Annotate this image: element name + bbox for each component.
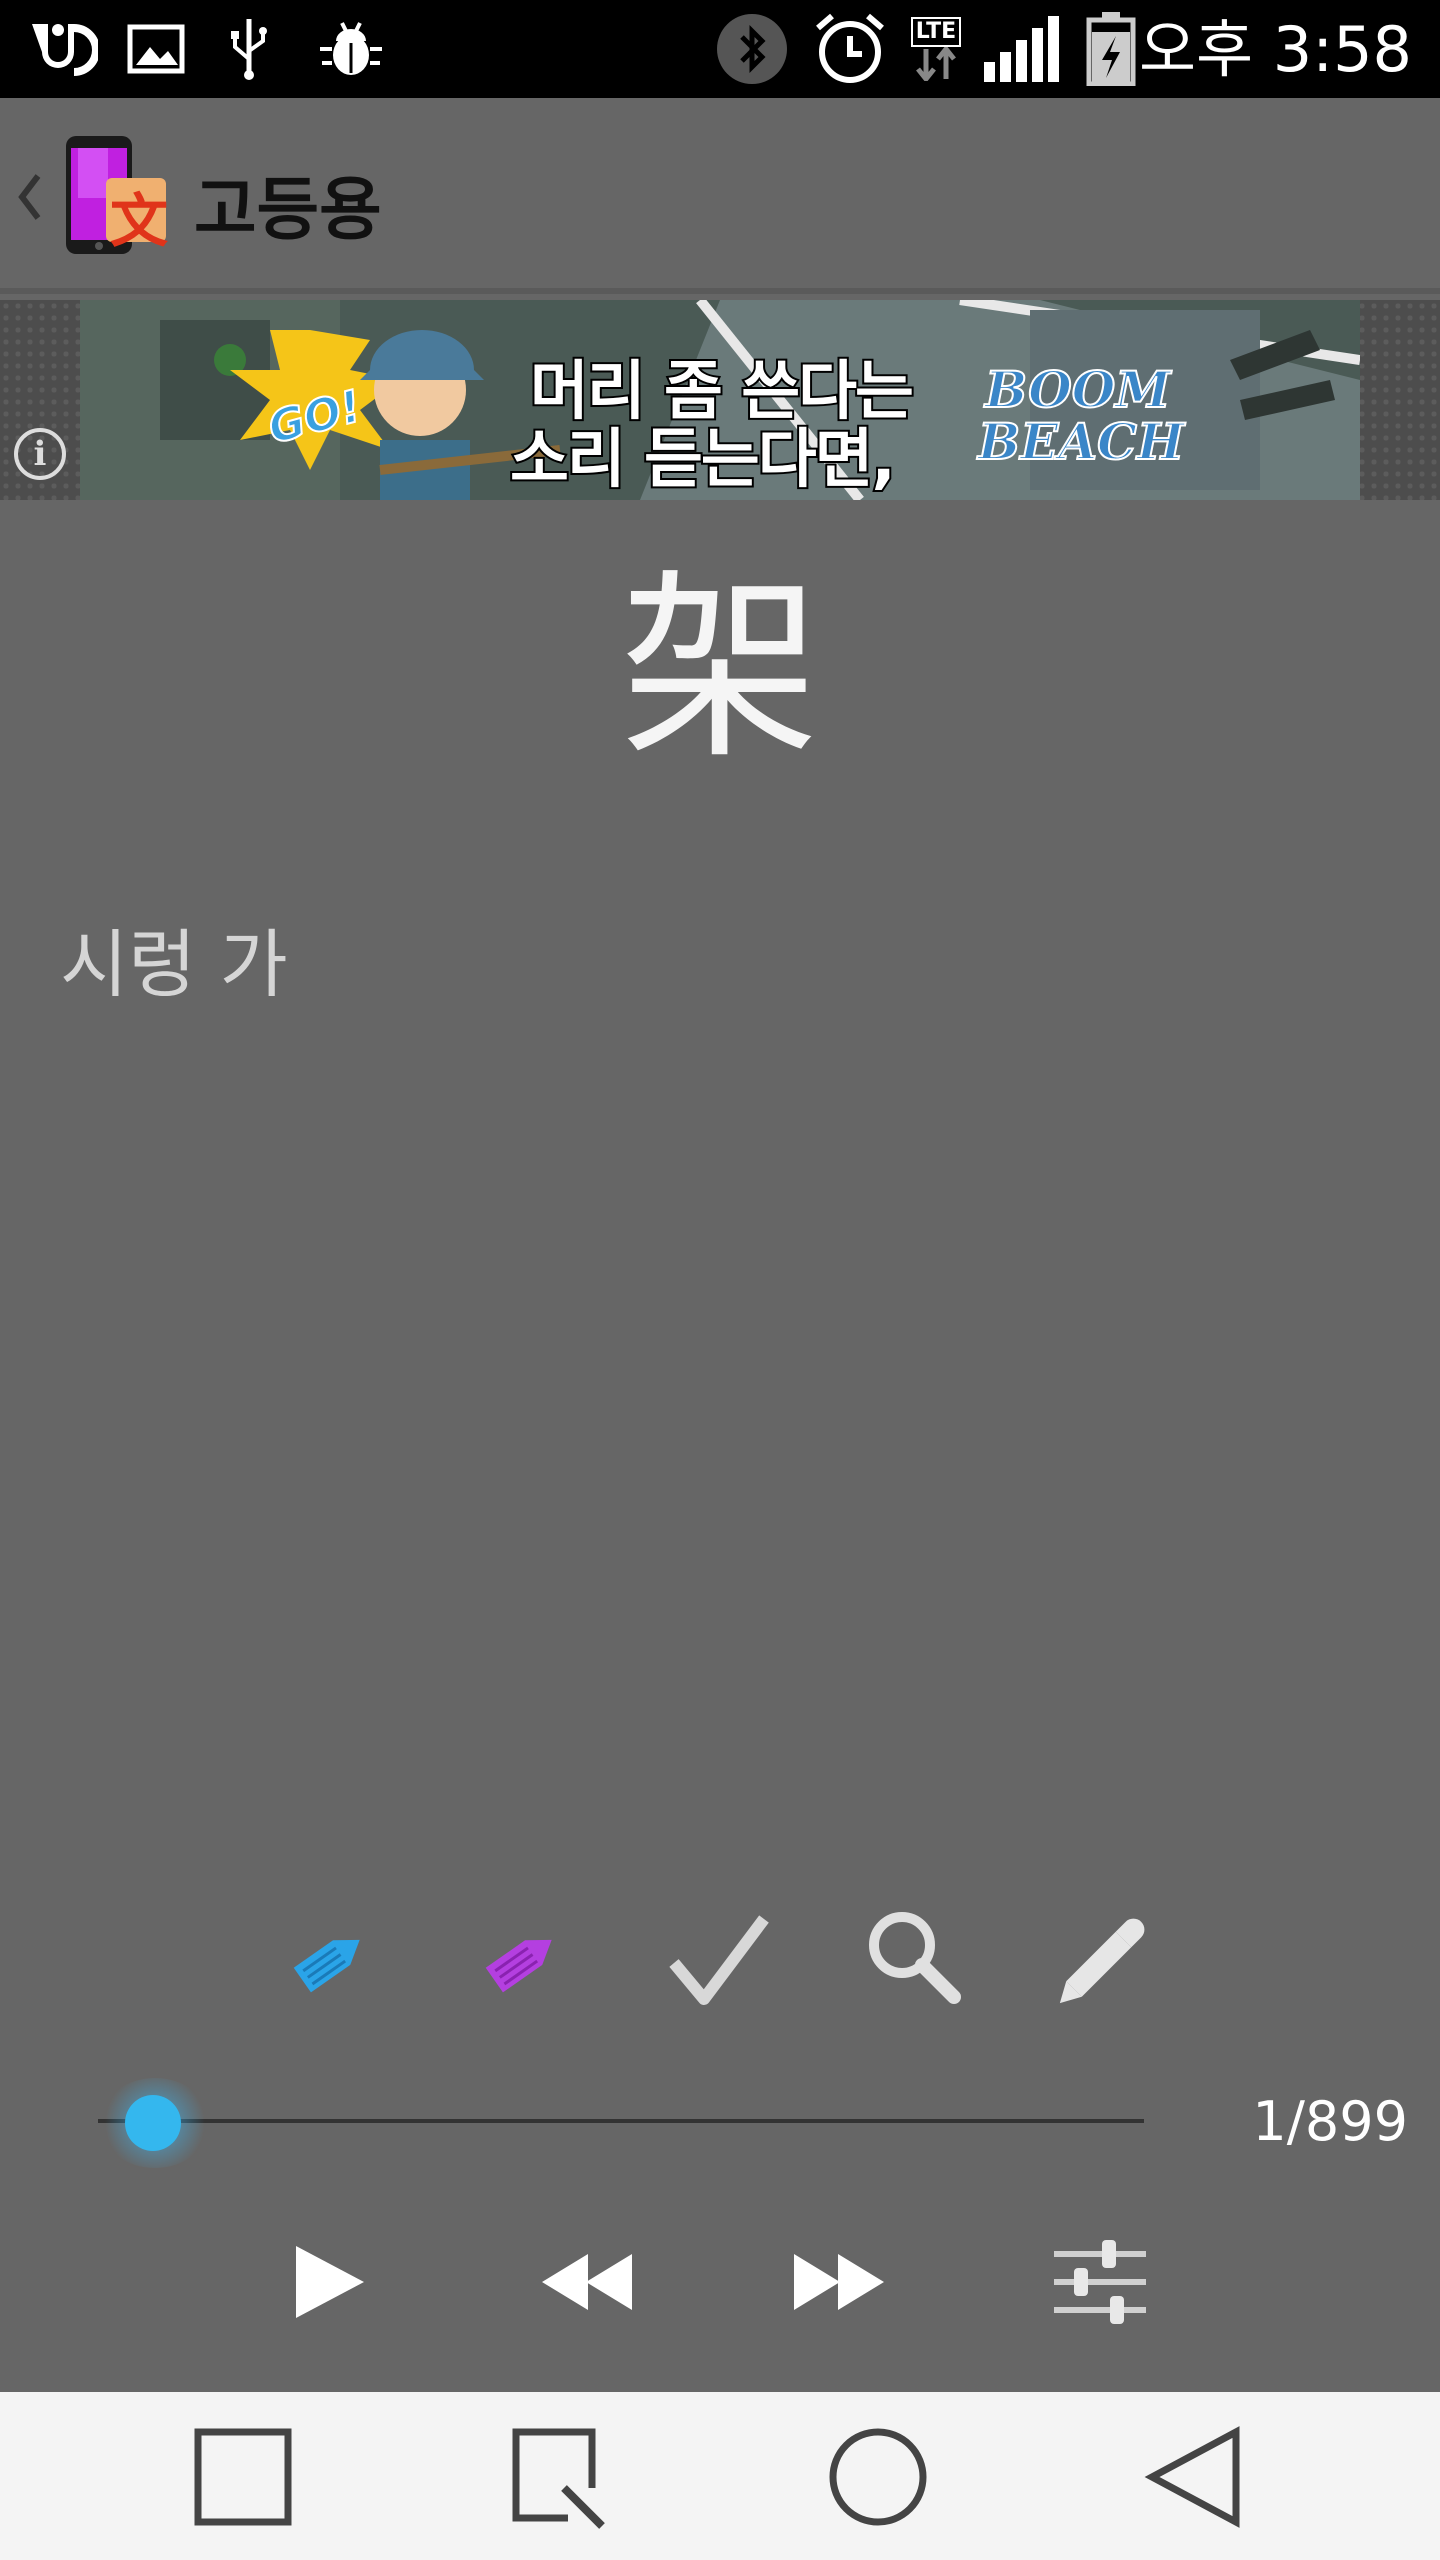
pencil-icon[interactable] <box>1048 1905 1158 2015</box>
ad-banner[interactable]: i GO! 머리 좀 쓴다는 소리 듣는다면, BOOM BEACH <box>0 300 1440 500</box>
back-icon <box>1144 2426 1240 2528</box>
back-button[interactable] <box>1136 2422 1256 2532</box>
battery-charging-icon <box>1082 12 1140 86</box>
settings-button[interactable] <box>1040 2232 1160 2332</box>
navigation-bar <box>0 2392 1440 2560</box>
recent-apps-icon <box>194 2428 292 2526</box>
gallery-icon <box>124 14 188 84</box>
hanja-character: 架 <box>619 553 820 786</box>
ad-info-icon[interactable]: i <box>14 428 66 480</box>
ad-brand-line-2: BEACH <box>977 411 1185 472</box>
home-icon <box>829 2428 927 2526</box>
ad-headline-2: 소리 듣는다면, <box>508 421 898 499</box>
status-bar: LTE 오후 3:58 <box>0 0 1440 98</box>
uplus-icon <box>22 14 100 84</box>
edit-purple-icon[interactable] <box>468 1905 578 2015</box>
progress-track[interactable] <box>98 2119 1144 2123</box>
signal-icon <box>980 14 1070 84</box>
recent-apps-button[interactable] <box>184 2422 304 2532</box>
dual-window-button[interactable] <box>502 2422 622 2532</box>
progress-thumb[interactable] <box>125 2095 181 2151</box>
lte-label: LTE <box>910 17 962 47</box>
hanja-meaning: 시렁 가 <box>60 922 288 1008</box>
alarm-icon <box>810 13 890 84</box>
settings-sliders-icon <box>1054 2240 1146 2324</box>
edit-blue-icon[interactable] <box>276 1905 386 2015</box>
up-chevron-icon[interactable] <box>14 162 44 232</box>
page-title: 고등용 <box>194 171 382 250</box>
search-icon[interactable] <box>858 1905 968 2015</box>
dual-window-icon <box>512 2428 605 2529</box>
usb-icon <box>222 14 276 84</box>
android-debug-icon <box>316 14 386 84</box>
app-logo[interactable]: 文 <box>58 132 170 260</box>
lte-icon: LTE <box>906 14 966 84</box>
play-icon <box>296 2246 364 2318</box>
app-logo-glyph: 文 <box>110 187 169 255</box>
home-button[interactable] <box>818 2422 938 2532</box>
ad-brand-line-1: BOOM <box>984 359 1172 420</box>
fast-forward-icon <box>794 2254 884 2310</box>
bluetooth-icon <box>714 14 790 84</box>
fast-forward-button[interactable] <box>780 2232 900 2332</box>
rewind-button[interactable] <box>526 2232 646 2332</box>
card-counter: 1/899 <box>1252 2090 1408 2153</box>
rewind-icon <box>542 2254 632 2310</box>
check-icon[interactable] <box>664 1905 774 2015</box>
status-time: 오후 3:58 <box>1138 13 1412 86</box>
action-bar: 文 고등용 <box>0 98 1440 294</box>
play-button[interactable] <box>270 2232 390 2332</box>
